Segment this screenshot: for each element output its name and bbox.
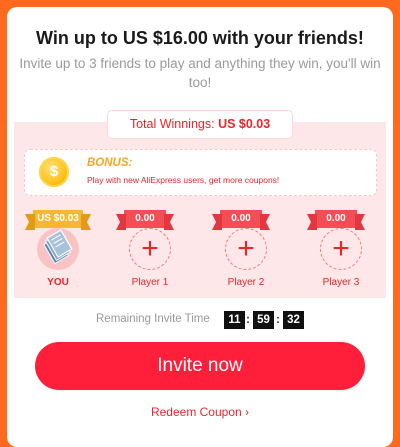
invite-now-button[interactable]: Invite now	[35, 342, 365, 390]
player-label-you: YOU	[47, 277, 69, 288]
invite-slot-player-3[interactable]: +	[320, 228, 362, 270]
total-winnings-amount: US $0.03	[218, 117, 271, 131]
timer-separator: :	[246, 312, 250, 326]
plus-icon: +	[141, 232, 159, 265]
player-label-3: Player 3	[322, 277, 360, 288]
player-2-amount-ribbon: 0.00	[220, 210, 262, 228]
timer-separator: :	[276, 312, 280, 326]
bonus-banner: $ BONUS: Play with new AliExpress users,…	[24, 149, 377, 196]
redeem-coupon-link[interactable]: Redeem Coupon ›	[0, 405, 400, 419]
page-subtitle: Invite up to 3 friends to play and anyth…	[19, 56, 381, 90]
timer-label: Remaining Invite Time	[96, 313, 210, 325]
bonus-title: BONUS:	[87, 157, 133, 169]
player-1-amount-ribbon: 0.00	[124, 210, 166, 228]
total-winnings-label: Total Winnings:	[129, 117, 215, 131]
bonus-description: Play with new AliExpress users, get more…	[87, 175, 280, 185]
timer-hours: 11	[224, 311, 245, 329]
invite-slot-player-2[interactable]: +	[225, 228, 267, 270]
player-label-2: Player 2	[227, 277, 265, 288]
player-3-amount-ribbon: 0.00	[315, 210, 357, 228]
page-title: Win up to US $16.00 with your friends!	[36, 28, 364, 48]
total-winnings: Total Winnings: US $0.03	[108, 111, 292, 138]
you-amount-ribbon: US $0.03	[33, 210, 83, 228]
timer-seconds: 32	[283, 311, 304, 329]
coin-icon: $	[39, 157, 69, 187]
plus-icon: +	[332, 232, 350, 265]
money-avatar-icon	[37, 228, 79, 270]
plus-icon: +	[237, 232, 255, 265]
chevron-right-icon: ›	[245, 405, 250, 419]
timer-minutes: 59	[253, 311, 274, 329]
player-label-1: Player 1	[131, 277, 169, 288]
redeem-coupon-label: Redeem Coupon	[150, 405, 242, 419]
invite-slot-player-1[interactable]: +	[129, 228, 171, 270]
